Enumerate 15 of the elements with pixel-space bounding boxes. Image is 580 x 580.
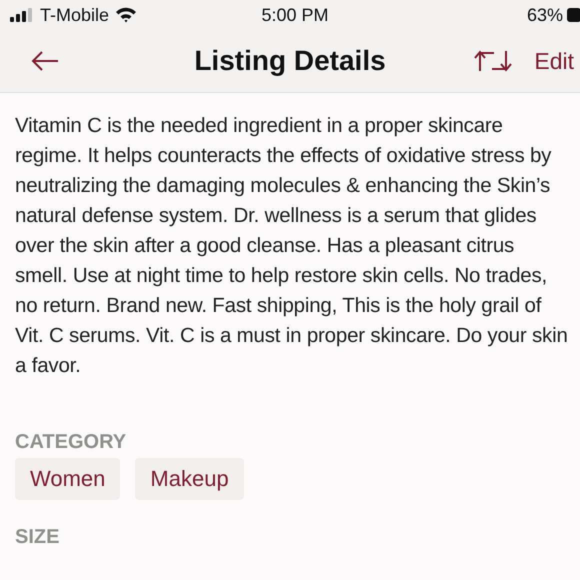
section-heading: SIZE — [15, 526, 60, 549]
signal-icon — [10, 8, 34, 22]
category-tag[interactable]: Women — [15, 458, 120, 500]
back-arrow-icon[interactable] — [30, 50, 60, 72]
wifi-icon — [115, 7, 138, 23]
edit-link[interactable]: Edit — [534, 48, 574, 74]
battery-percent: 63% — [526, 4, 563, 26]
carrier-name: T-Mobile — [40, 4, 110, 26]
share-arrows-icon[interactable] — [474, 49, 512, 73]
category-tag[interactable]: Makeup — [135, 458, 244, 500]
clock-time: 5:00 PM — [261, 4, 329, 26]
section-heading: CATEGORY — [15, 431, 126, 454]
screen-title: Listing Details — [194, 45, 386, 77]
listing-description: Vitamin C is the needed ingredient in a proper skincare regime. It helps counteracts the effects of oxidative stress by neutralizing the damaging molecules & enhancing the Skin’s natural defense system. Dr. wellness is a serum that glides over the skin after a good cleanse. Has a pleasant citrus smell. Use at night time to help restore skin cells. No trades, no return. Brand new. Fast shipping, This is the holy grail of Vit. C serums. Vit. C is a must in proper skincare. Do your skin a favor. — [15, 113, 568, 379]
battery-icon — [566, 7, 580, 23]
